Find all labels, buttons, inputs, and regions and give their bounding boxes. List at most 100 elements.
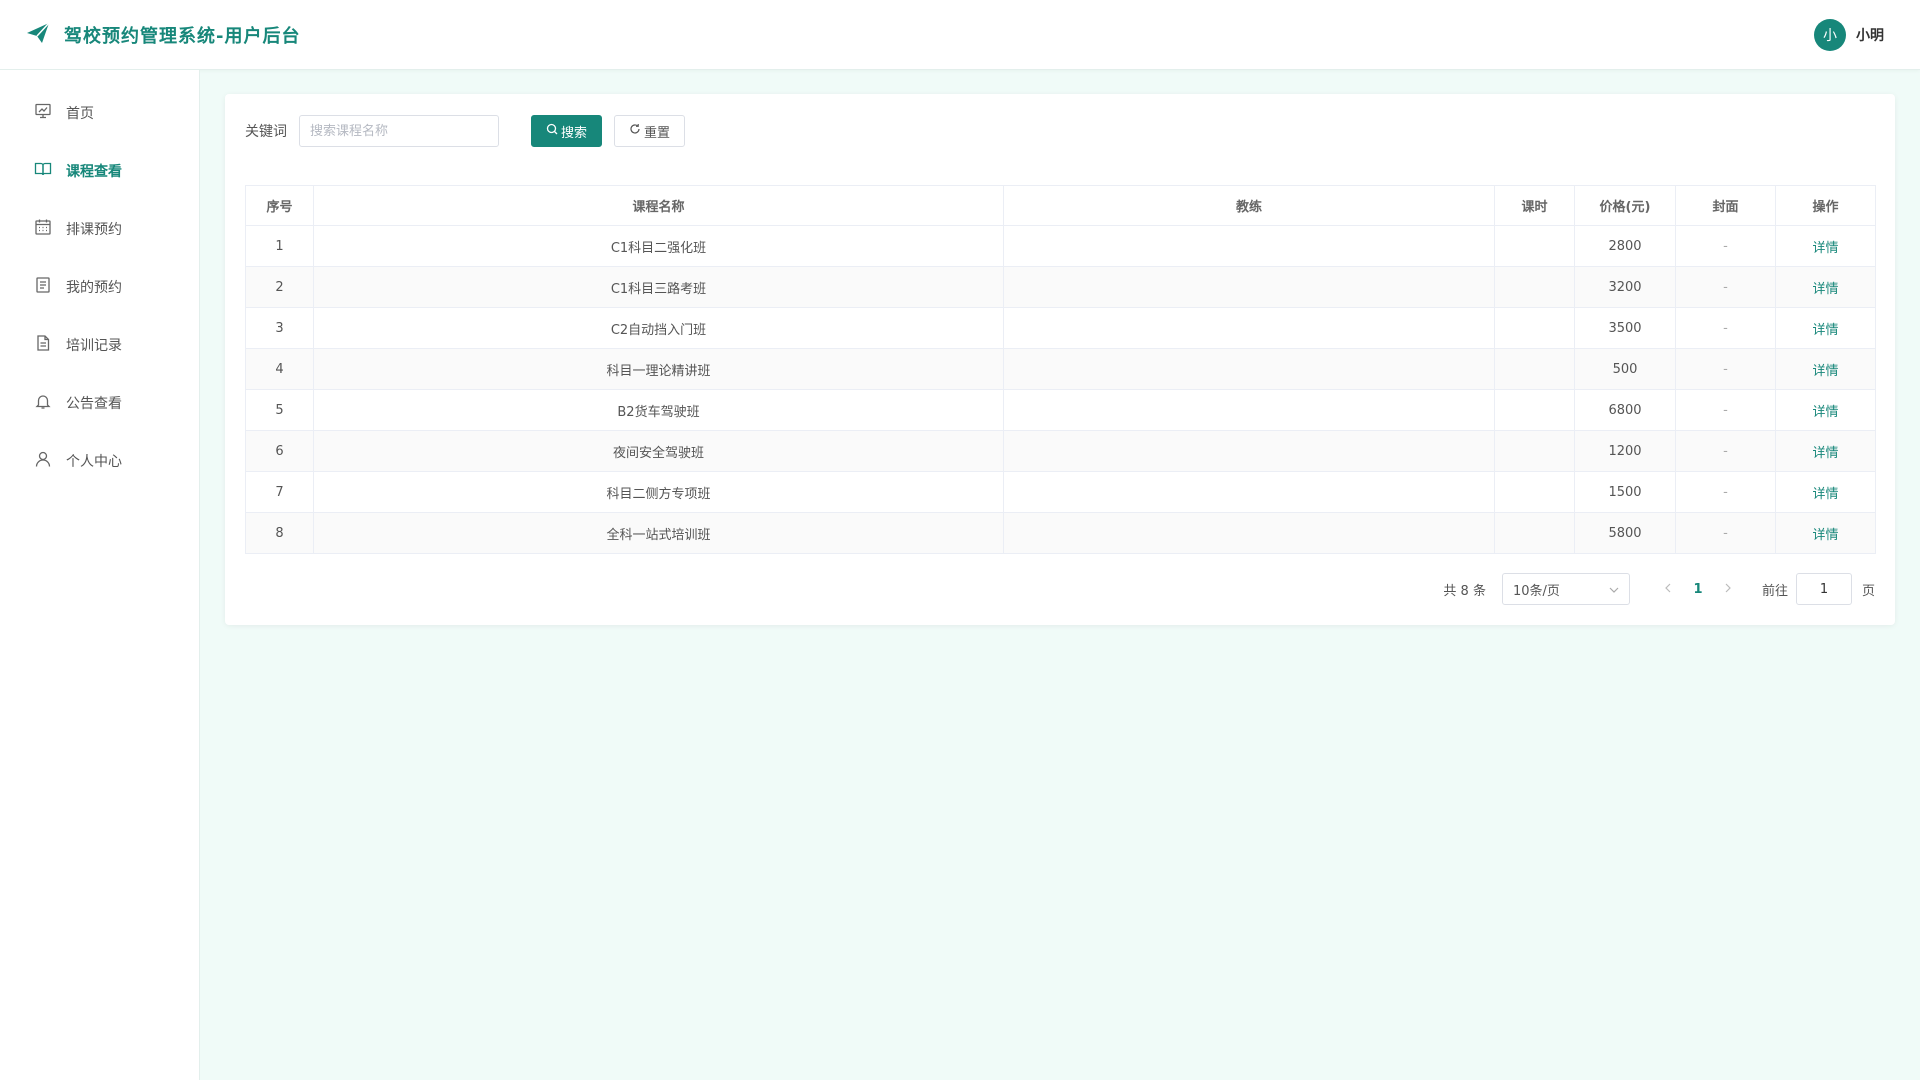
cell-action: 详情 <box>1775 430 1876 472</box>
refresh-icon <box>629 123 641 139</box>
avatar[interactable]: 小 <box>1814 18 1846 51</box>
cell-course-name: 夜间安全驾驶班 <box>313 430 1004 472</box>
cell-no: 7 <box>245 471 314 513</box>
cell-price: 1200 <box>1574 430 1676 472</box>
cell-no: 1 <box>245 225 314 267</box>
goto-label: 前往 <box>1761 583 1788 599</box>
cell-hours <box>1494 266 1575 308</box>
sidebar-item-training-records[interactable]: 培训记录 <box>0 316 199 374</box>
table-row: 5 B2货车驾驶班 6800 - 详情 <box>245 389 1876 431</box>
cell-price: 5800 <box>1574 512 1676 554</box>
column-header: 操作 <box>1775 185 1876 226</box>
cell-action: 详情 <box>1775 307 1876 349</box>
sidebar-item-label: 首页 <box>66 106 94 122</box>
sidebar-item-my-bookings[interactable]: 我的预约 <box>0 258 199 316</box>
top-header: 驾校预约管理系统-用户后台 小 小明 <box>0 0 1920 70</box>
book-open-icon <box>34 160 52 182</box>
detail-link[interactable]: 详情 <box>1812 282 1838 297</box>
detail-link[interactable]: 详情 <box>1812 405 1838 420</box>
cell-cover: - <box>1675 389 1776 431</box>
page-size-value: 10条/页 <box>1512 583 1560 599</box>
table-row: 1 C1科目二强化班 2800 - 详情 <box>245 225 1876 267</box>
cell-action: 详情 <box>1775 389 1876 431</box>
cell-cover: - <box>1675 512 1776 554</box>
cell-price: 3500 <box>1574 307 1676 349</box>
table-row: 3 C2自动挡入门班 3500 - 详情 <box>245 307 1876 349</box>
table-row: 7 科目二侧方专项班 1500 - 详情 <box>245 471 1876 513</box>
user-menu[interactable]: 小 小明 <box>1814 18 1894 51</box>
reset-button-label: 重置 <box>644 125 671 141</box>
cell-cover: - <box>1675 307 1776 349</box>
cell-course-name: 科目一理论精讲班 <box>313 348 1004 390</box>
cell-cover: - <box>1675 225 1776 267</box>
cell-no: 2 <box>245 266 314 308</box>
app-title: 驾校预约管理系统-用户后台 <box>64 25 301 47</box>
table-row: 4 科目一理论精讲班 500 - 详情 <box>245 348 1876 390</box>
cell-coach <box>1003 266 1495 308</box>
cell-cover: - <box>1675 348 1776 390</box>
cell-no: 5 <box>245 389 314 431</box>
cell-hours <box>1494 430 1575 472</box>
sidebar-item-label: 课程查看 <box>66 164 122 180</box>
course-table: 序号 课程名称 教练 课时 价格(元) 封面 操作 1 C1科目二强化班 280… <box>245 185 1876 554</box>
column-header: 教练 <box>1003 185 1495 226</box>
sidebar-item-notices[interactable]: 公告查看 <box>0 374 199 432</box>
cell-hours <box>1494 348 1575 390</box>
sidebar-item-label: 个人中心 <box>66 454 122 470</box>
search-icon <box>546 123 558 139</box>
next-page-button[interactable] <box>1714 581 1742 597</box>
detail-link[interactable]: 详情 <box>1812 487 1838 502</box>
column-header: 序号 <box>245 185 314 226</box>
page-size-select[interactable]: 10条/页 <box>1501 573 1630 605</box>
cell-course-name: C2自动挡入门班 <box>313 307 1004 349</box>
search-bar: 关键词 搜索 重置 <box>245 115 1875 147</box>
cell-coach <box>1003 430 1495 472</box>
cell-coach <box>1003 307 1495 349</box>
sidebar-item-label: 我的预约 <box>66 280 122 296</box>
sidebar-item-courses[interactable]: 课程查看 <box>0 142 199 200</box>
cell-hours <box>1494 389 1575 431</box>
cell-coach <box>1003 389 1495 431</box>
detail-link[interactable]: 详情 <box>1812 241 1838 256</box>
sidebar-item-schedule[interactable]: 排课预约 <box>0 200 199 258</box>
detail-link[interactable]: 详情 <box>1812 528 1838 543</box>
table-row: 2 C1科目三路考班 3200 - 详情 <box>245 266 1876 308</box>
cell-hours <box>1494 471 1575 513</box>
prev-page-button[interactable] <box>1654 581 1682 597</box>
sidebar-item-label: 排课预约 <box>66 222 122 238</box>
detail-link[interactable]: 详情 <box>1812 364 1838 379</box>
cell-action: 详情 <box>1775 512 1876 554</box>
search-button-label: 搜索 <box>561 125 588 141</box>
cell-cover: - <box>1675 471 1776 513</box>
brand: 驾校预约管理系统-用户后台 <box>26 21 301 48</box>
user-icon <box>34 450 52 472</box>
cell-coach <box>1003 471 1495 513</box>
username[interactable]: 小明 <box>1856 25 1884 45</box>
chart-board-icon <box>34 102 52 124</box>
detail-link[interactable]: 详情 <box>1812 323 1838 338</box>
sidebar-item-label: 公告查看 <box>66 396 122 412</box>
chevron-left-icon <box>1665 583 1671 593</box>
sidebar-item-profile[interactable]: 个人中心 <box>0 432 199 490</box>
page-number-current[interactable]: 1 <box>1682 582 1714 597</box>
column-header: 课时 <box>1494 185 1575 226</box>
sidebar: 首页 课程查看 排课预约 我的预约 培训记录 公告查看 个人中心 <box>0 70 200 1080</box>
cell-course-name: C1科目三路考班 <box>313 266 1004 308</box>
cell-coach <box>1003 225 1495 267</box>
goto-page-input[interactable] <box>1795 573 1852 605</box>
search-input[interactable] <box>299 115 499 147</box>
sidebar-item-label: 培训记录 <box>66 338 122 354</box>
sidebar-item-home[interactable]: 首页 <box>0 84 199 142</box>
column-header: 课程名称 <box>313 185 1004 226</box>
list-doc-icon <box>34 276 52 298</box>
search-button[interactable]: 搜索 <box>531 115 603 147</box>
cell-price: 3200 <box>1574 266 1676 308</box>
cell-no: 3 <box>245 307 314 349</box>
paper-plane-icon <box>26 21 50 48</box>
cell-cover: - <box>1675 266 1776 308</box>
course-list-card: 关键词 搜索 重置 序号 课程名称 教练 课时 价格(元) <box>225 94 1895 625</box>
reset-button[interactable]: 重置 <box>614 115 686 147</box>
detail-link[interactable]: 详情 <box>1812 446 1838 461</box>
table-row: 8 全科一站式培训班 5800 - 详情 <box>245 512 1876 554</box>
cell-coach <box>1003 512 1495 554</box>
